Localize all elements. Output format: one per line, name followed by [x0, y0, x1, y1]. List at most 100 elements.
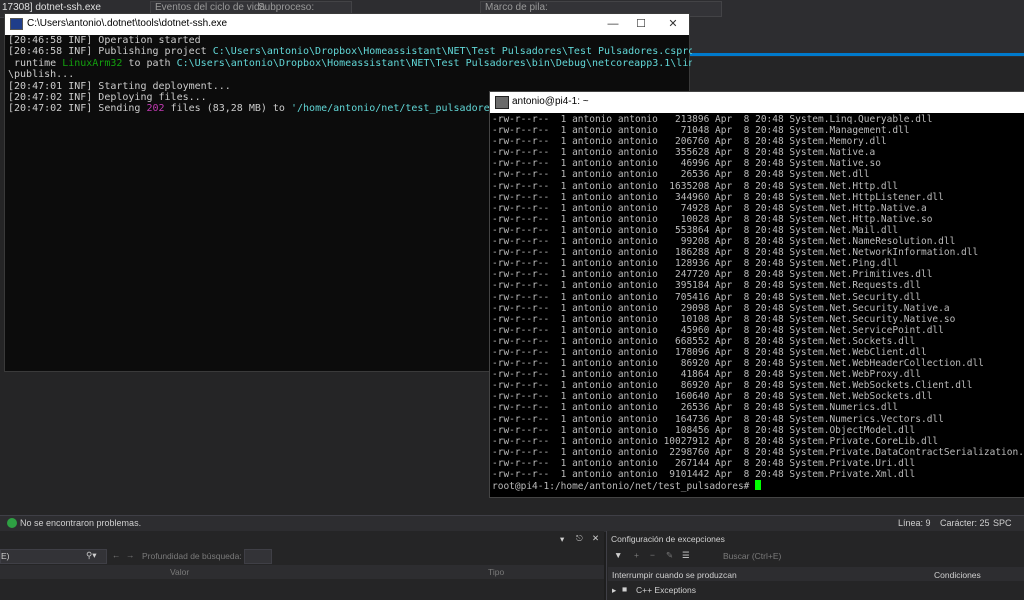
file-name: System.Net.WebSockets.Client.dll [789, 380, 973, 392]
exception-row-cpp[interactable]: C++ Exceptions [636, 585, 696, 595]
file-meta: -rw-r--r-- 1 antonio antonio 86920 Apr 8… [492, 358, 790, 370]
file-row: -rw-r--r-- 1 antonio antonio 9101442 Apr… [492, 469, 1023, 480]
cmd-line-4: \publish... [8, 69, 75, 81]
column-conditions[interactable]: Condiciones [934, 570, 981, 580]
putty-icon [495, 96, 509, 109]
file-row: -rw-r--r-- 1 antonio antonio 10028 Apr 8… [492, 214, 1023, 225]
maximize-icon[interactable]: ☐ [629, 16, 653, 32]
char-indicator[interactable]: Carácter: 25 [940, 518, 990, 528]
file-meta: -rw-r--r-- 1 antonio antonio 9101442 Apr… [492, 469, 790, 480]
file-row: -rw-r--r-- 1 antonio antonio 45960 Apr 8… [492, 325, 1023, 336]
expand-chevron-icon[interactable]: ▸ [612, 585, 616, 596]
file-row: -rw-r--r-- 1 antonio antonio 71048 Apr 8… [492, 125, 1023, 136]
locals-grid-header [0, 565, 604, 579]
close-icon[interactable]: ✕ [661, 16, 685, 32]
vs-status-bar: No se encontraron problemas. Línea: 9 Ca… [0, 515, 1024, 532]
file-row: -rw-r--r-- 1 antonio antonio 29098 Apr 8… [492, 303, 1023, 314]
file-row: -rw-r--r-- 1 antonio antonio 2298760 Apr… [492, 447, 1023, 458]
minimize-icon[interactable]: — [601, 16, 625, 32]
remove-icon[interactable]: − [650, 550, 655, 560]
terminal-cursor [755, 480, 762, 491]
file-name: System.Net.Mail.dll [789, 224, 899, 236]
file-name: System.Net.WebSockets.dll [789, 391, 933, 403]
panel-close-icon[interactable]: ✕ [592, 533, 599, 544]
file-name: System.Net.HttpListener.dll [789, 191, 944, 203]
file-meta: -rw-r--r-- 1 antonio antonio 267144 Apr … [492, 457, 790, 469]
file-row: -rw-r--r-- 1 antonio antonio 86920 Apr 8… [492, 380, 1023, 391]
file-name: System.Net.WebClient.dll [789, 346, 927, 358]
exception-search-input[interactable]: Buscar (Ctrl+E) [723, 551, 781, 561]
forward-arrow-icon[interactable]: → [126, 550, 135, 560]
file-meta: -rw-r--r-- 1 antonio antonio 395184 Apr … [492, 280, 790, 292]
list-icon[interactable]: ☰ [682, 550, 690, 561]
file-row: -rw-r--r-- 1 antonio antonio 553864 Apr … [492, 225, 1023, 236]
checkbox-icon[interactable]: ■ [622, 584, 627, 594]
file-row: -rw-r--r-- 1 antonio antonio 108456 Apr … [492, 425, 1023, 436]
console-app-icon [10, 18, 23, 30]
column-break-when[interactable]: Interrumpir cuando se produzcan [612, 570, 737, 580]
file-row: -rw-r--r-- 1 antonio antonio 99208 Apr 8… [492, 236, 1023, 247]
putty-ssh-window[interactable]: antonio@pi4-1: ~ -rw-r--r-- 1 antonio an… [489, 91, 1024, 498]
line-indicator[interactable]: Línea: 9 [898, 518, 931, 528]
file-name: System.Net.Security.dll [789, 291, 921, 303]
file-meta: -rw-r--r-- 1 antonio antonio 74928 Apr 8… [492, 202, 790, 214]
file-name: System.Net.WebHeaderCollection.dll [789, 358, 984, 370]
panel-dropdown-icon[interactable]: ▾ [560, 534, 564, 545]
file-meta: -rw-r--r-- 1 antonio antonio 553864 Apr … [492, 224, 790, 236]
file-name: System.Numerics.dll [789, 402, 899, 414]
search-icon[interactable]: ⚲▾ [86, 550, 97, 561]
file-row: -rw-r--r-- 1 antonio antonio 178096 Apr … [492, 347, 1023, 358]
process-selector[interactable]: 17308] dotnet-ssh.exe [2, 2, 101, 13]
file-meta: -rw-r--r-- 1 antonio antonio 344960 Apr … [492, 191, 790, 203]
file-meta: -rw-r--r-- 1 antonio antonio 1635208 Apr… [492, 180, 790, 192]
thread-label: Subproceso: [258, 2, 315, 13]
file-meta: -rw-r--r-- 1 antonio antonio 668552 Apr … [492, 335, 790, 347]
file-name: System.Private.Xml.dll [789, 469, 916, 480]
edit-icon[interactable]: ✎ [666, 550, 673, 561]
search-depth-label: Profundidad de búsqueda: [142, 551, 242, 561]
file-meta: -rw-r--r-- 1 antonio antonio 41864 Apr 8… [492, 369, 790, 381]
file-name: System.Net.Requests.dll [789, 280, 921, 292]
column-value[interactable]: Valor [170, 567, 189, 577]
file-meta: -rw-r--r-- 1 antonio antonio 86920 Apr 8… [492, 380, 790, 392]
add-icon[interactable]: + [634, 550, 639, 560]
pin-icon[interactable]: ⎋ [576, 533, 583, 544]
file-meta: -rw-r--r-- 1 antonio antonio 45960 Apr 8… [492, 324, 790, 336]
filter-icon[interactable]: ▼ [614, 550, 622, 560]
file-meta: -rw-r--r-- 1 antonio antonio 29098 Apr 8… [492, 302, 790, 314]
cmd-window-title: C:\Users\antonio\.dotnet\tools\dotnet-ss… [27, 18, 228, 29]
file-row: -rw-r--r-- 1 antonio antonio 213896 Apr … [492, 114, 1023, 125]
file-name: System.Net.ServicePoint.dll [789, 324, 944, 336]
file-row: -rw-r--r-- 1 antonio antonio 10108 Apr 8… [492, 314, 1023, 325]
file-meta: -rw-r--r-- 1 antonio antonio 26536 Apr 8… [492, 169, 790, 181]
file-name: System.Net.Security.Native.a [789, 302, 950, 314]
file-meta: -rw-r--r-- 1 antonio antonio 206760 Apr … [492, 136, 790, 148]
cmd-line-1: [20:46:58 INF] Operation started [8, 35, 201, 46]
file-listing: -rw-r--r-- 1 antonio antonio 213896 Apr … [492, 114, 1023, 480]
file-meta: -rw-r--r-- 1 antonio antonio 355628 Apr … [492, 147, 790, 159]
file-row: -rw-r--r-- 1 antonio antonio 10027912 Ap… [492, 436, 1023, 447]
back-arrow-icon[interactable]: ← [112, 550, 121, 560]
file-name: System.Private.Uri.dll [789, 457, 916, 469]
file-row: -rw-r--r-- 1 antonio antonio 344960 Apr … [492, 192, 1023, 203]
putty-titlebar[interactable]: antonio@pi4-1: ~ [490, 92, 1024, 113]
search-depth-select[interactable] [244, 549, 272, 564]
file-name: System.Net.Http.Native.so [789, 213, 933, 225]
file-row: -rw-r--r-- 1 antonio antonio 164736 Apr … [492, 414, 1023, 425]
file-name: System.Net.Primitives.dll [789, 269, 933, 281]
file-row: -rw-r--r-- 1 antonio antonio 355628 Apr … [492, 147, 1023, 158]
file-name: System.Linq.Queryable.dll [789, 114, 933, 125]
spc-indicator[interactable]: SPC [993, 518, 1012, 528]
file-row: -rw-r--r-- 1 antonio antonio 705416 Apr … [492, 292, 1023, 303]
file-name: System.Private.CoreLib.dll [789, 435, 939, 447]
file-name: System.Net.NameResolution.dll [789, 236, 956, 248]
file-name: System.Net.Sockets.dll [789, 335, 916, 347]
column-type[interactable]: Tipo [488, 567, 504, 577]
shell-prompt-line[interactable]: root@pi4-1:/home/antonio/net/test_pulsad… [492, 480, 1023, 492]
file-meta: -rw-r--r-- 1 antonio antonio 46996 Apr 8… [492, 158, 790, 170]
file-meta: -rw-r--r-- 1 antonio antonio 705416 Apr … [492, 291, 790, 303]
status-message[interactable]: No se encontraron problemas. [20, 518, 141, 528]
cmd-titlebar[interactable]: C:\Users\antonio\.dotnet\tools\dotnet-ss… [5, 14, 689, 35]
file-row: -rw-r--r-- 1 antonio antonio 395184 Apr … [492, 280, 1023, 291]
putty-terminal-output[interactable]: -rw-r--r-- 1 antonio antonio 213896 Apr … [492, 114, 1023, 496]
